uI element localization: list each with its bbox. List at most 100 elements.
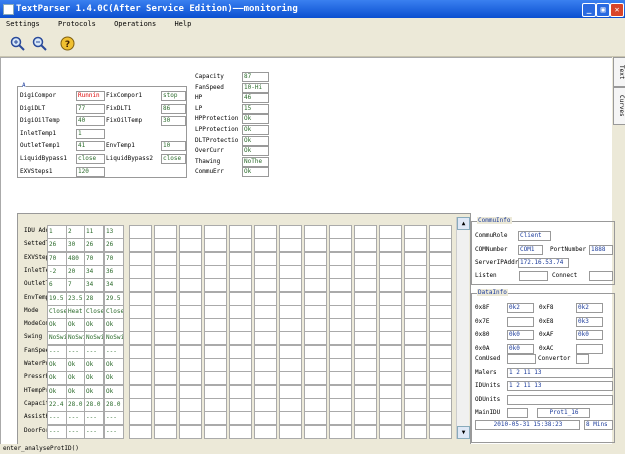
grid-cell[interactable]: Ok [84, 371, 104, 386]
grid-cell-empty [404, 251, 427, 266]
grid-cell-empty [129, 331, 152, 346]
grid-cell[interactable]: 28.0 [66, 397, 86, 412]
grid-cell[interactable]: 36 [104, 264, 124, 279]
grid-cell-empty [179, 358, 202, 372]
grid-cell[interactable]: --- [66, 411, 86, 426]
convertor-field[interactable] [576, 354, 589, 364]
grid-cell[interactable]: NoSwi [84, 331, 104, 346]
grid-cell-empty [279, 238, 302, 253]
grid-cell[interactable]: Ok [66, 384, 86, 399]
grid-cell[interactable]: 29.5 [104, 291, 124, 306]
help-icon[interactable]: ? [60, 36, 75, 51]
scroll-up-icon[interactable]: ▲ [457, 217, 470, 230]
grid-cell[interactable]: 28.0 [84, 397, 104, 412]
status-text: enter_analyseProtID() [3, 445, 79, 452]
maximize-button[interactable]: ▣ [596, 3, 610, 17]
grid-cell[interactable]: Ok [47, 318, 67, 333]
close-button[interactable]: ✕ [610, 3, 624, 17]
grid-cell[interactable]: Ok [104, 384, 124, 399]
mainidu-field[interactable] [507, 408, 528, 418]
grid-cell[interactable]: NoSwi [66, 331, 86, 346]
grid-cell-empty [404, 344, 427, 359]
grid-cell[interactable]: --- [104, 424, 124, 439]
data-code-value: 0k0 [507, 330, 534, 340]
grid-cell[interactable]: 34 [84, 278, 104, 293]
commu-role-field[interactable]: Client [518, 231, 551, 241]
grid-cell[interactable]: Ok [84, 384, 104, 399]
zoom-in-icon[interactable] [10, 36, 25, 51]
grid-cell[interactable]: 34 [104, 278, 124, 293]
menu-protocols[interactable]: Protocols [58, 18, 96, 30]
grid-cell[interactable]: 7 [66, 278, 86, 293]
grid-cell[interactable]: 480 [66, 251, 86, 266]
grid-cell[interactable]: Ok [104, 371, 124, 386]
grid-cell-empty [354, 304, 377, 319]
grid-cell-empty [154, 304, 177, 319]
grid-cell-empty [179, 264, 202, 279]
grid-cell[interactable]: 13 [104, 225, 124, 239]
param-value: Ok [242, 167, 269, 178]
grid-cell[interactable]: Ok [104, 318, 124, 333]
odunits-field[interactable] [507, 395, 613, 405]
grid-cell[interactable]: Heat [66, 304, 86, 319]
server-ip-label: ServerIPAddr [475, 259, 519, 266]
param-label: DLTProtectio [195, 136, 239, 144]
grid-cell[interactable]: 26 [104, 238, 124, 253]
tab-text[interactable]: Text [613, 57, 625, 87]
comused-field[interactable] [507, 354, 536, 364]
data-code-label: 0x80 [475, 331, 490, 338]
tab-curves[interactable]: Curves [613, 87, 625, 125]
grid-cell[interactable]: 11 [84, 225, 104, 239]
grid-cell[interactable]: 23.5 [66, 291, 86, 306]
grid-cell-empty [229, 344, 252, 359]
grid-cell[interactable]: --- [66, 424, 86, 439]
idunits-field[interactable]: 1 2 11 13 [507, 381, 613, 391]
malers-field[interactable]: 1 2 11 13 [507, 368, 613, 378]
grid-cell[interactable]: --- [84, 344, 104, 359]
grid-cell[interactable]: 28 [84, 291, 104, 306]
grid-cell[interactable]: Ok [66, 371, 86, 386]
server-ip-field[interactable]: 172.16.53.74 [518, 258, 569, 268]
zoom-out-icon[interactable] [32, 36, 47, 51]
menu-settings[interactable]: Settings [6, 18, 40, 30]
grid-cell[interactable]: Ok [66, 318, 86, 333]
listen-field[interactable] [519, 271, 548, 281]
grid-cell[interactable]: 34 [84, 264, 104, 279]
minimize-button[interactable]: _ [582, 3, 596, 17]
grid-cell[interactable]: Ok [84, 358, 104, 372]
grid-cell-empty [154, 225, 177, 239]
port-number-field[interactable]: 1888 [589, 245, 613, 255]
grid-cell-empty [229, 304, 252, 319]
grid-cell[interactable]: 20 [66, 264, 86, 279]
grid-cell-empty [379, 238, 402, 253]
grid-cell[interactable]: --- [66, 344, 86, 359]
grid-cell-empty [429, 238, 452, 253]
grid-cell[interactable]: 19.5 [47, 291, 67, 306]
grid-cell[interactable]: --- [47, 424, 67, 439]
grid-cell[interactable]: --- [84, 411, 104, 426]
grid-cell[interactable]: NoSwi [104, 331, 124, 346]
scroll-down-icon[interactable]: ▼ [457, 426, 470, 439]
grid-cell[interactable]: 70 [104, 251, 124, 266]
grid-cell[interactable]: 6 [47, 278, 67, 293]
grid-cell[interactable]: 2 [66, 225, 86, 239]
grid-cell[interactable]: --- [84, 424, 104, 439]
grid-cell[interactable]: 30 [66, 238, 86, 253]
grid-cell[interactable]: --- [104, 411, 124, 426]
grid-cell[interactable]: Close [104, 304, 124, 319]
grid-cell[interactable]: 28.0 [104, 397, 124, 412]
grid-scrollbar[interactable]: ▲ ▼ [456, 217, 470, 439]
connect-field[interactable] [589, 271, 613, 281]
menu-operations[interactable]: Operations [114, 18, 156, 30]
grid-cell[interactable]: Ok [104, 358, 124, 372]
grid-cell[interactable]: --- [104, 344, 124, 359]
grid-cell[interactable]: 70 [84, 251, 104, 266]
grid-cell[interactable]: Ok [66, 358, 86, 372]
menu-help[interactable]: Help [174, 18, 191, 30]
grid-cell[interactable]: 26 [84, 238, 104, 253]
com-number-field[interactable]: COM1 [518, 245, 543, 255]
grid-cell[interactable]: Ok [84, 318, 104, 333]
protocol-field[interactable]: Prot1_16 [537, 408, 590, 418]
grid-cell[interactable]: Close [84, 304, 104, 319]
grid-cell-empty [279, 251, 302, 266]
